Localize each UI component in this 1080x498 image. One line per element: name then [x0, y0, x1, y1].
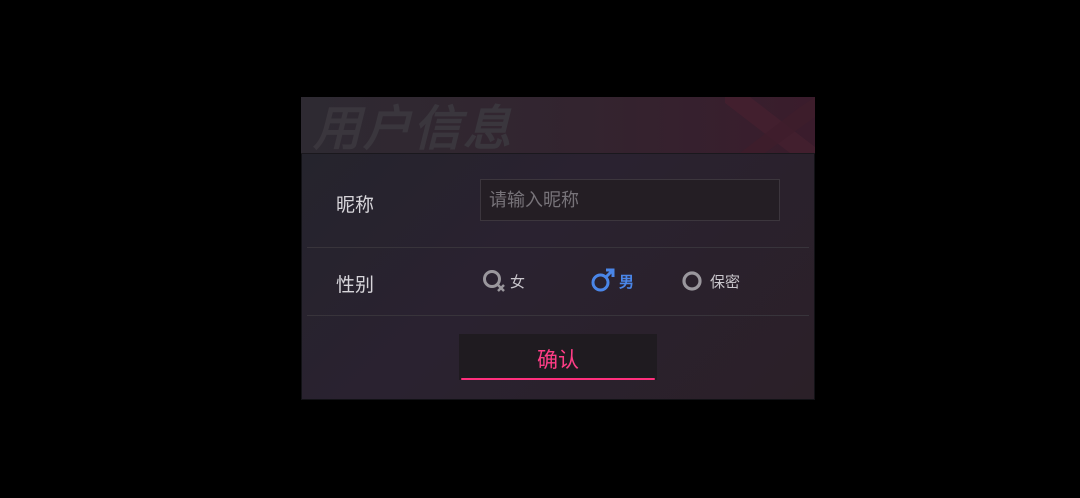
confirm-button-label: 确认 [537, 348, 579, 372]
gender-row: 性别 女 男 保密 [307, 248, 809, 316]
user-info-dialog: 用户信息 昵称 性别 女 男 [301, 97, 815, 400]
dialog-header: 用户信息 [301, 97, 815, 154]
gender-label: 性别 [336, 274, 375, 296]
nickname-label: 昵称 [336, 194, 375, 216]
gender-option-male[interactable]: 男 [590, 266, 634, 296]
male-symbol-icon [591, 268, 615, 292]
gender-option-female-label: 女 [510, 272, 526, 291]
cross-decoration-icon [725, 97, 815, 153]
gender-option-male-label: 男 [619, 272, 635, 291]
gender-option-female[interactable]: 女 [481, 266, 525, 296]
gender-option-secret[interactable]: 保密 [681, 266, 740, 296]
nickname-row: 昵称 [307, 153, 809, 248]
confirm-button[interactable]: 确认 [459, 334, 657, 380]
circle-icon [682, 271, 702, 291]
dialog-title: 用户信息 [313, 101, 514, 154]
gender-option-secret-label: 保密 [710, 272, 741, 291]
female-symbol-icon [483, 270, 505, 292]
confirm-underline [461, 378, 655, 380]
nickname-input[interactable] [480, 179, 780, 221]
